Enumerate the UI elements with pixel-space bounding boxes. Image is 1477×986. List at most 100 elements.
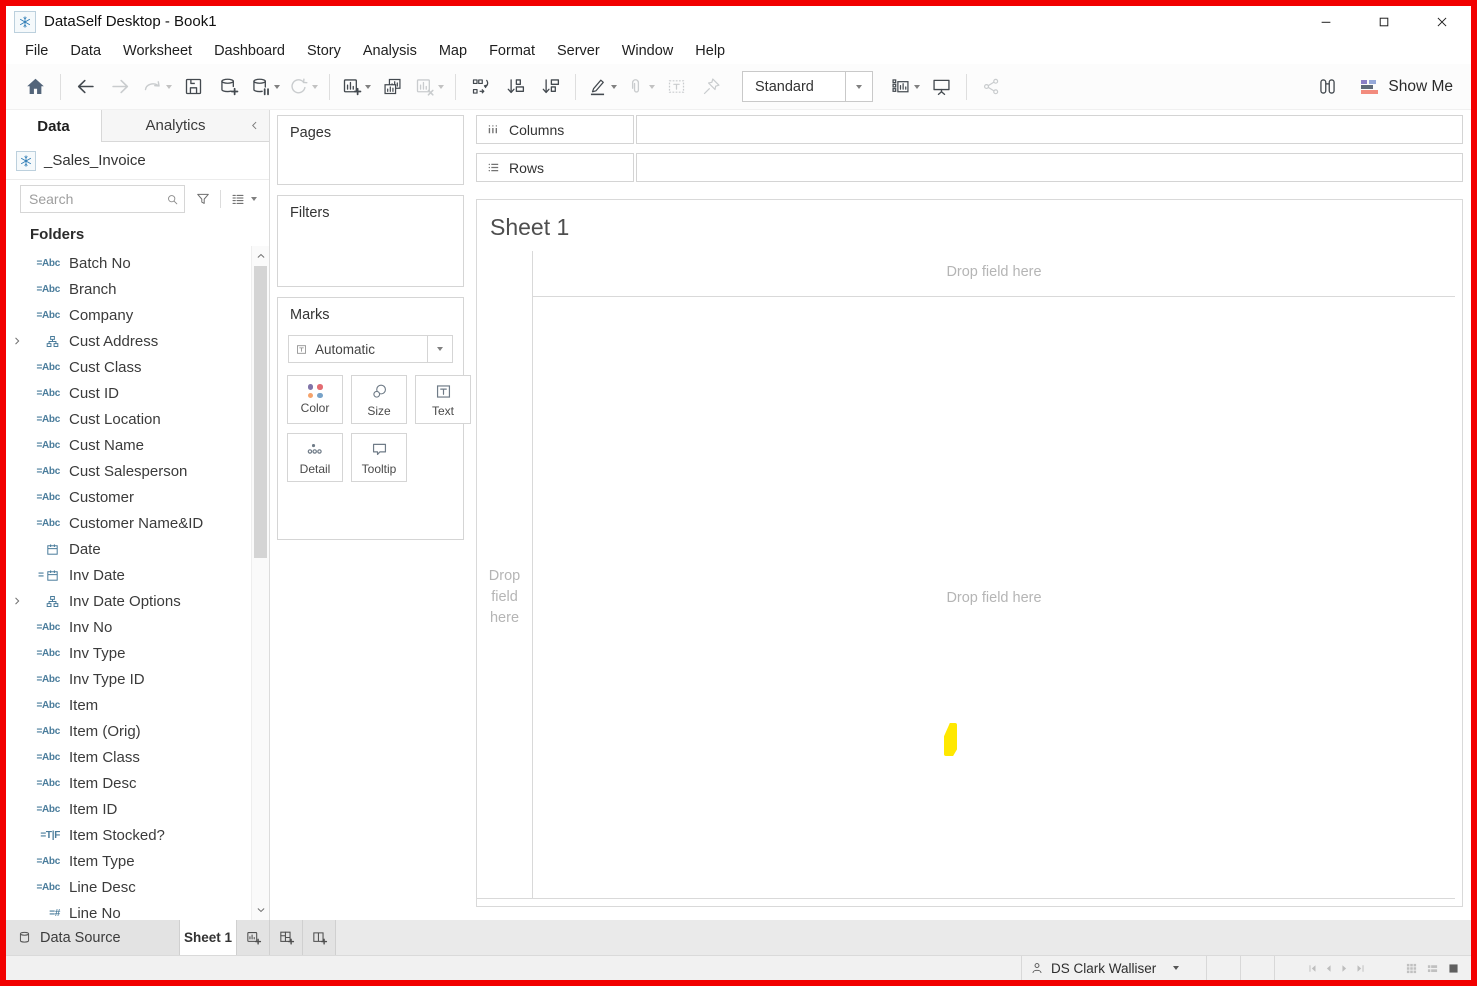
worksheet-canvas[interactable]: Sheet 1 Drop field here Drop field here … [476,199,1463,907]
field-row[interactable]: =AbcItem Desc [6,770,252,796]
mark-text-button[interactable]: Text [415,375,471,424]
sheet-tab[interactable]: Sheet 1 [179,920,237,955]
expand-chevron-icon[interactable] [12,336,29,346]
scrollbar-thumb[interactable] [254,266,267,558]
nav-last-button[interactable] [1355,963,1366,974]
mark-tooltip-button[interactable]: Tooltip [351,433,407,482]
clear-sheet-button[interactable] [410,71,448,103]
field-row[interactable]: =AbcCust Name [6,432,252,458]
mark-color-button[interactable]: Color [287,375,343,424]
search-input[interactable] [21,191,166,207]
new-dashboard-button[interactable] [270,920,303,955]
menu-format[interactable]: Format [478,43,546,59]
menu-data[interactable]: Data [59,43,112,59]
field-row[interactable]: =AbcItem Type [6,848,252,874]
field-row[interactable]: =AbcInv Type ID [6,666,252,692]
field-row[interactable]: =AbcCust Class [6,354,252,380]
scroll-down-icon[interactable] [252,902,269,918]
menu-window[interactable]: Window [611,43,685,59]
sort-ascending-button[interactable] [498,71,533,103]
data-source-tab[interactable]: Data Source [6,920,179,955]
field-row[interactable]: =T|FItem Stocked? [6,822,252,848]
field-row[interactable]: =AbcLine Desc [6,874,252,900]
active-sheet-button[interactable] [1447,962,1460,975]
maximize-button[interactable] [1355,6,1413,37]
menu-server[interactable]: Server [546,43,611,59]
mark-type-caret[interactable] [427,336,452,362]
show-cards-button[interactable] [886,71,924,103]
drop-zone-left[interactable]: Drop field here [477,296,532,899]
swap-axes-button[interactable] [463,71,498,103]
columns-shelf-drop[interactable] [636,115,1463,144]
field-row[interactable]: =AbcCust Salesperson [6,458,252,484]
forward-arrow-button[interactable] [103,71,138,103]
fix-axes-button[interactable] [694,71,729,103]
refresh-button[interactable] [284,71,322,103]
field-row[interactable]: =AbcBatch No [6,250,252,276]
menu-story[interactable]: Story [296,43,352,59]
minimize-button[interactable] [1297,6,1355,37]
field-row[interactable]: Date [6,536,252,562]
show-me-button[interactable]: Show Me [1361,78,1453,96]
field-row[interactable]: =AbcItem (Orig) [6,718,252,744]
menu-worksheet[interactable]: Worksheet [112,43,203,59]
find-button[interactable] [1310,71,1345,103]
field-row[interactable]: =AbcItem Class [6,744,252,770]
sort-descending-button[interactable] [533,71,568,103]
scroll-up-icon[interactable] [252,248,269,264]
filter-fields-icon[interactable] [195,191,211,207]
tab-analytics[interactable]: Analytics [101,110,269,142]
grid-view-button[interactable] [1405,962,1418,975]
home-button[interactable] [18,71,53,103]
back-arrow-button[interactable] [68,71,103,103]
filmstrip-button[interactable] [1426,962,1439,975]
group-members-button[interactable] [621,71,659,103]
fit-dropdown[interactable]: Standard [742,71,873,102]
field-row[interactable]: =AbcCompany [6,302,252,328]
field-row[interactable]: Inv Date Options [6,588,252,614]
filters-card[interactable]: Filters [277,195,464,287]
pause-updates-button[interactable] [246,71,284,103]
nav-next-button[interactable] [1339,963,1350,974]
menu-help[interactable]: Help [684,43,736,59]
field-row[interactable]: =AbcCust ID [6,380,252,406]
field-row[interactable]: =AbcCustomer Name&ID [6,510,252,536]
new-datasource-button[interactable] [211,71,246,103]
field-row[interactable]: =AbcCust Location [6,406,252,432]
fit-caret-button[interactable] [845,72,872,101]
nav-prev-button[interactable] [1323,963,1334,974]
field-row[interactable]: =AbcItem [6,692,252,718]
menu-map[interactable]: Map [428,43,478,59]
save-button[interactable] [176,71,211,103]
redo-button[interactable] [138,71,176,103]
close-button[interactable] [1413,6,1471,37]
menu-file[interactable]: File [14,43,59,59]
new-story-button[interactable] [303,920,336,955]
menu-dashboard[interactable]: Dashboard [203,43,296,59]
highlight-button[interactable] [583,71,621,103]
scrollbar[interactable] [251,246,269,920]
menu-analysis[interactable]: Analysis [352,43,428,59]
user-menu[interactable]: DS Clark Walliser [1021,956,1206,980]
field-row[interactable]: =AbcInv Type [6,640,252,666]
tab-data[interactable]: Data [6,110,101,142]
mark-size-button[interactable]: Size [351,375,407,424]
rows-shelf-drop[interactable] [636,153,1463,182]
share-button[interactable] [974,71,1009,103]
nav-first-button[interactable] [1307,963,1318,974]
mark-type-dropdown[interactable]: Automatic [288,335,453,363]
show-labels-button[interactable] [659,71,694,103]
field-row[interactable]: =Inv Date [6,562,252,588]
datasource-item[interactable]: _Sales_Invoice [6,142,269,180]
pages-card[interactable]: Pages [277,115,464,185]
collapse-pane-button[interactable] [249,120,269,131]
field-row[interactable]: =#Line No [6,900,252,920]
drop-zone-center[interactable]: Drop field here [533,296,1455,899]
field-row[interactable]: =AbcBranch [6,276,252,302]
field-row[interactable]: =AbcCustomer [6,484,252,510]
mark-detail-button[interactable]: Detail [287,433,343,482]
new-worksheet-button[interactable] [337,71,375,103]
expand-chevron-icon[interactable] [12,596,29,606]
presentation-button[interactable] [924,71,959,103]
drop-zone-top[interactable]: Drop field here [533,264,1455,280]
